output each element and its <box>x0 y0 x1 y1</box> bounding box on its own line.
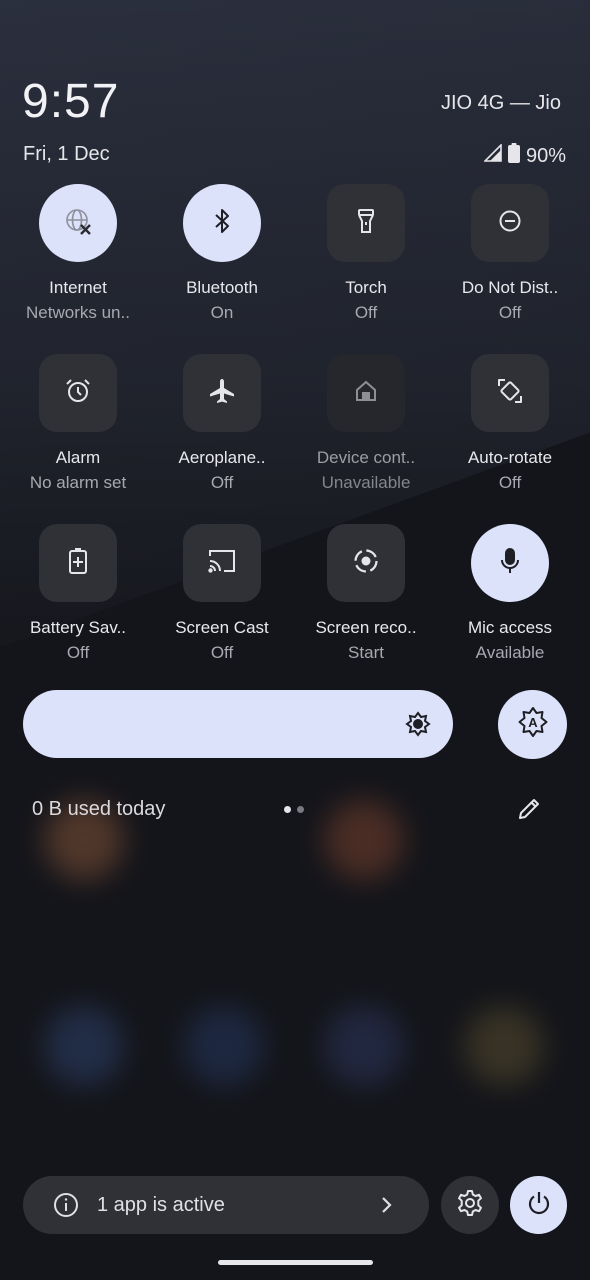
tile-alarm-label: Alarm <box>55 448 101 467</box>
torch-icon <box>355 208 377 239</box>
power-icon <box>526 1190 552 1221</box>
tile-torch-state: Off <box>354 303 378 322</box>
tile-screen-record-label: Screen reco.. <box>315 618 417 637</box>
page-dot <box>297 806 304 813</box>
tile-mic-access[interactable]: Mic access Available <box>438 524 582 674</box>
tile-screen-record-button[interactable] <box>327 524 405 602</box>
tile-battery-saver-button[interactable] <box>39 524 117 602</box>
status-icons: 90% <box>483 143 566 169</box>
tile-internet-button[interactable] <box>39 184 117 262</box>
tile-internet[interactable]: Internet Networks un.. <box>6 184 150 334</box>
gesture-navigation-bar[interactable] <box>218 1260 373 1265</box>
tile-auto-rotate[interactable]: Auto-rotate Off <box>438 354 582 504</box>
battery-icon <box>507 143 520 169</box>
tile-bluetooth-button[interactable] <box>183 184 261 262</box>
tile-device-controls-button[interactable] <box>327 354 405 432</box>
tile-battery-saver[interactable]: Battery Sav.. Off <box>6 524 150 674</box>
bluetooth-icon <box>210 208 234 239</box>
tile-mic-access-button[interactable] <box>471 524 549 602</box>
tile-bluetooth[interactable]: Bluetooth On <box>150 184 294 334</box>
tile-battery-saver-label: Battery Sav.. <box>29 618 127 637</box>
page-dot-active <box>284 806 291 813</box>
tile-aeroplane[interactable]: Aeroplane.. Off <box>150 354 294 504</box>
signal-icon <box>483 143 502 168</box>
tile-alarm[interactable]: Alarm No alarm set <box>6 354 150 504</box>
auto-brightness-letter: A <box>528 715 538 730</box>
tile-aeroplane-button[interactable] <box>183 354 261 432</box>
brightness-icon <box>405 711 431 742</box>
settings-button[interactable] <box>441 1176 499 1234</box>
tile-do-not-disturb-label: Do Not Dist.. <box>461 278 559 297</box>
tile-battery-saver-state: Off <box>66 643 90 662</box>
screen-record-icon <box>352 547 380 580</box>
tile-bluetooth-label: Bluetooth <box>186 278 258 297</box>
data-usage-label[interactable]: 0 B used today <box>32 798 165 821</box>
auto-brightness-button[interactable]: A <box>498 690 567 759</box>
cast-icon <box>207 548 237 579</box>
globe-x-icon <box>64 207 92 240</box>
tile-mic-access-label: Mic access <box>467 618 553 637</box>
tile-aeroplane-label: Aeroplane.. <box>178 448 266 467</box>
tile-torch-button[interactable] <box>327 184 405 262</box>
alarm-icon <box>64 377 92 410</box>
do-not-disturb-icon <box>498 209 522 238</box>
date-label[interactable]: Fri, 1 Dec <box>23 143 110 166</box>
edit-tiles-button[interactable] <box>516 796 542 827</box>
tile-screen-cast-state: Off <box>210 643 234 662</box>
active-apps-button[interactable]: 1 app is active <box>23 1176 429 1234</box>
mic-icon <box>499 547 521 580</box>
tile-auto-rotate-button[interactable] <box>471 354 549 432</box>
tile-do-not-disturb-button[interactable] <box>471 184 549 262</box>
carrier-label: JIO 4G — Jio <box>440 92 561 114</box>
tile-device-controls[interactable]: Device cont.. Unavailable <box>294 354 438 504</box>
battery-percent: 90% <box>525 144 566 167</box>
tile-internet-state: Networks un.. <box>26 303 130 322</box>
tile-device-controls-state: Unavailable <box>321 473 411 492</box>
tile-alarm-state: No alarm set <box>29 473 127 492</box>
tile-screen-cast-label: Screen Cast <box>175 618 269 637</box>
chevron-right-icon <box>379 1195 393 1220</box>
page-indicator <box>284 806 304 813</box>
power-button[interactable] <box>510 1176 567 1234</box>
rotate-icon <box>496 377 524 410</box>
airplane-icon <box>208 377 236 410</box>
tile-screen-cast[interactable]: Screen Cast Off <box>150 524 294 674</box>
clock[interactable]: 9:57 <box>22 74 119 129</box>
pencil-icon <box>516 799 542 826</box>
auto-brightness-icon: A <box>517 706 549 743</box>
tile-torch-label: Torch <box>345 278 387 297</box>
tile-screen-cast-button[interactable] <box>183 524 261 602</box>
settings-icon <box>456 1189 484 1222</box>
tile-bluetooth-state: On <box>210 303 234 322</box>
tile-screen-record-state: Start <box>348 643 384 662</box>
tile-internet-label: Internet <box>49 278 107 297</box>
tile-auto-rotate-state: Off <box>498 473 522 492</box>
tile-aeroplane-state: Off <box>210 473 234 492</box>
active-apps-label: 1 app is active <box>97 1193 225 1216</box>
tile-auto-rotate-label: Auto-rotate <box>467 448 553 467</box>
info-icon <box>53 1192 79 1218</box>
battery-saver-icon <box>68 547 88 580</box>
tile-torch[interactable]: Torch Off <box>294 184 438 334</box>
tile-do-not-disturb[interactable]: Do Not Dist.. Off <box>438 184 582 334</box>
tile-alarm-button[interactable] <box>39 354 117 432</box>
tile-mic-access-state: Available <box>475 643 545 662</box>
tile-device-controls-label: Device cont.. <box>316 448 416 467</box>
brightness-slider[interactable] <box>23 690 453 758</box>
tile-do-not-disturb-state: Off <box>498 303 522 322</box>
tile-screen-record[interactable]: Screen reco.. Start <box>294 524 438 674</box>
home-icon <box>354 379 378 408</box>
